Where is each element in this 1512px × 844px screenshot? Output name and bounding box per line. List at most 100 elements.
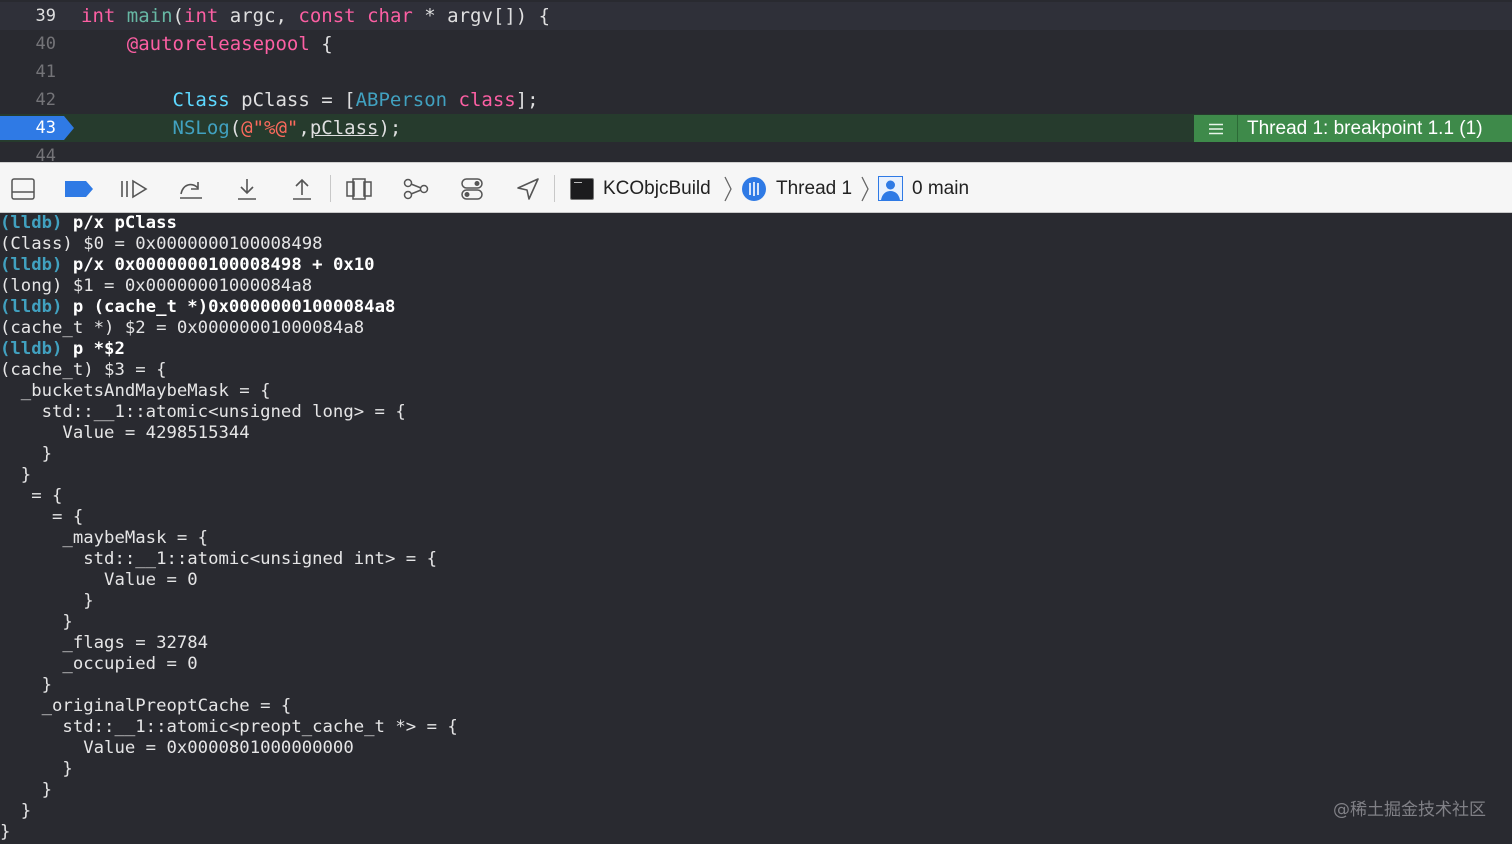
lldb-command: p *$2 [72, 339, 125, 359]
console-command-line: (lldb) p/x 0x0000000100008498 + 0x10 [0, 255, 375, 276]
code-line-40[interactable]: 40 @autoreleasepool { [0, 30, 1512, 58]
breakpoints-toggle-icon[interactable] [64, 175, 94, 203]
code-token: int [81, 5, 116, 27]
console-output-line: _maybeMask = { [0, 528, 209, 548]
console-output-line: } [0, 675, 53, 695]
toolbar-divider [330, 175, 331, 202]
console-output-line: } [0, 780, 53, 800]
code-text: @autoreleasepool { [81, 30, 333, 58]
code-text: int main(int argc, const char * argv[]) … [81, 2, 550, 30]
code-token: { [309, 33, 333, 55]
simulate-location-icon[interactable] [514, 175, 542, 203]
code-token: char [367, 5, 413, 27]
console-output-line: std::__1::atomic<preopt_cache_t *> = { [0, 717, 458, 737]
thread-icon [741, 176, 767, 202]
console-output-line: std::__1::atomic<unsigned int> = { [0, 549, 437, 569]
console-output-line: = { [0, 486, 63, 506]
step-over-icon[interactable] [177, 175, 205, 203]
console-command-line: (lldb) p (cache_t *)0x00000001000084a8 [0, 297, 395, 318]
memory-graph-icon[interactable] [402, 175, 430, 203]
frame-label: 0 main [912, 177, 970, 199]
debug-toolbar: KCObjcBuild Thread 1 0 main [0, 162, 1512, 213]
code-token: argc, [218, 5, 299, 27]
code-token: NSLog [172, 117, 230, 139]
console-output-line: (cache_t *) $2 = 0x00000001000084a8 [0, 318, 365, 338]
breadcrumb-target[interactable]: KCObjcBuild [570, 163, 711, 214]
code-line-41[interactable]: 41 [0, 58, 1512, 86]
console-output-line: } [0, 612, 73, 632]
step-into-icon[interactable] [233, 175, 261, 203]
environment-overrides-icon[interactable] [458, 175, 486, 203]
console-output-line: } [0, 591, 94, 611]
code-text: Class pClass = [ABPerson class]; [81, 86, 539, 114]
hamburger-icon[interactable] [1194, 115, 1238, 142]
code-token: ABPerson [355, 89, 448, 111]
code-token: , [298, 117, 310, 139]
line-number: 42 [35, 90, 56, 110]
user-frame-icon [878, 176, 903, 201]
line-number: 41 [35, 62, 56, 82]
continue-icon[interactable] [120, 175, 148, 203]
lldb-prompt: (lldb) [0, 339, 73, 359]
console-output-line: _flags = 32784 [0, 633, 209, 653]
line-number: 40 [35, 34, 56, 54]
console-output-line: _occupied = 0 [0, 654, 198, 674]
step-out-icon[interactable] [288, 175, 316, 203]
code-token: ( [229, 117, 242, 139]
source-editor[interactable]: 39 int main(int argc, const char * argv[… [0, 0, 1512, 162]
console-output-line: } [0, 759, 73, 779]
console-output-line: } [0, 444, 53, 464]
watermark: @稀土掘金技术社区 [1333, 800, 1486, 820]
code-line-44[interactable]: 44 [0, 142, 1512, 162]
console-output-line: (cache_t) $3 = { [0, 360, 167, 380]
target-label: KCObjcBuild [603, 177, 711, 199]
code-line-42[interactable]: 42 Class pClass = [ABPerson class]; [0, 86, 1512, 114]
code-token: ( [172, 5, 184, 27]
code-token: pClass = [ [229, 89, 356, 111]
lldb-command: p/x pClass [72, 213, 177, 233]
console-output-line: Value = 4298515344 [0, 423, 250, 443]
code-text: NSLog(@"%@",pClass); [81, 114, 402, 142]
console-output-line: (Class) $0 = 0x0000000100008498 [0, 234, 323, 254]
code-token: int [184, 5, 219, 27]
code-token: class [458, 89, 516, 111]
toolbar-divider [554, 175, 555, 202]
console-output-line: _bucketsAndMaybeMask = { [0, 381, 271, 401]
view-hierarchy-icon[interactable] [345, 175, 373, 203]
lldb-console[interactable]: (lldb) p/x pClass (Class) $0 = 0x00000001… [0, 213, 1512, 844]
console-command-line: (lldb) p/x pClass [0, 213, 177, 234]
breadcrumb-frame[interactable]: 0 main [878, 163, 969, 214]
lldb-command: p/x 0x0000000100008498 + 0x10 [72, 255, 375, 275]
console-command-line: (lldb) p *$2 [0, 339, 125, 360]
console-output-line: } [0, 465, 32, 485]
code-token: main [126, 5, 173, 27]
console-output-line: _originalPreoptCache = { [0, 696, 292, 716]
lldb-command: p (cache_t *)0x00000001000084a8 [72, 297, 396, 317]
line-number: 43 [35, 118, 56, 138]
console-output-line: (long) $1 = 0x00000001000084a8 [0, 276, 313, 296]
code-token: ]; [515, 89, 539, 111]
thread-breakpoint-badge[interactable]: Thread 1: breakpoint 1.1 (1) [1194, 115, 1512, 142]
code-token: ); [378, 117, 402, 139]
code-token: Class [172, 89, 230, 111]
code-token: const [298, 5, 356, 27]
lldb-prompt: (lldb) [0, 213, 73, 233]
code-line-39[interactable]: 39 int main(int argc, const char * argv[… [0, 2, 1512, 30]
lldb-prompt: (lldb) [0, 255, 73, 275]
breadcrumb-thread[interactable]: Thread 1 [741, 163, 852, 214]
chevron-right-icon [861, 176, 869, 202]
console-output-line: std::__1::atomic<unsigned long> = { [0, 402, 406, 422]
chevron-right-icon [724, 176, 732, 202]
hide-debug-area-icon[interactable] [9, 175, 37, 203]
console-output-line: = { [0, 507, 84, 527]
line-number: 39 [35, 6, 56, 26]
code-token: @"%@" [241, 117, 299, 139]
terminal-app-icon [570, 177, 594, 200]
lldb-prompt: (lldb) [0, 297, 73, 317]
thread-badge-label: Thread 1: breakpoint 1.1 (1) [1247, 117, 1483, 139]
